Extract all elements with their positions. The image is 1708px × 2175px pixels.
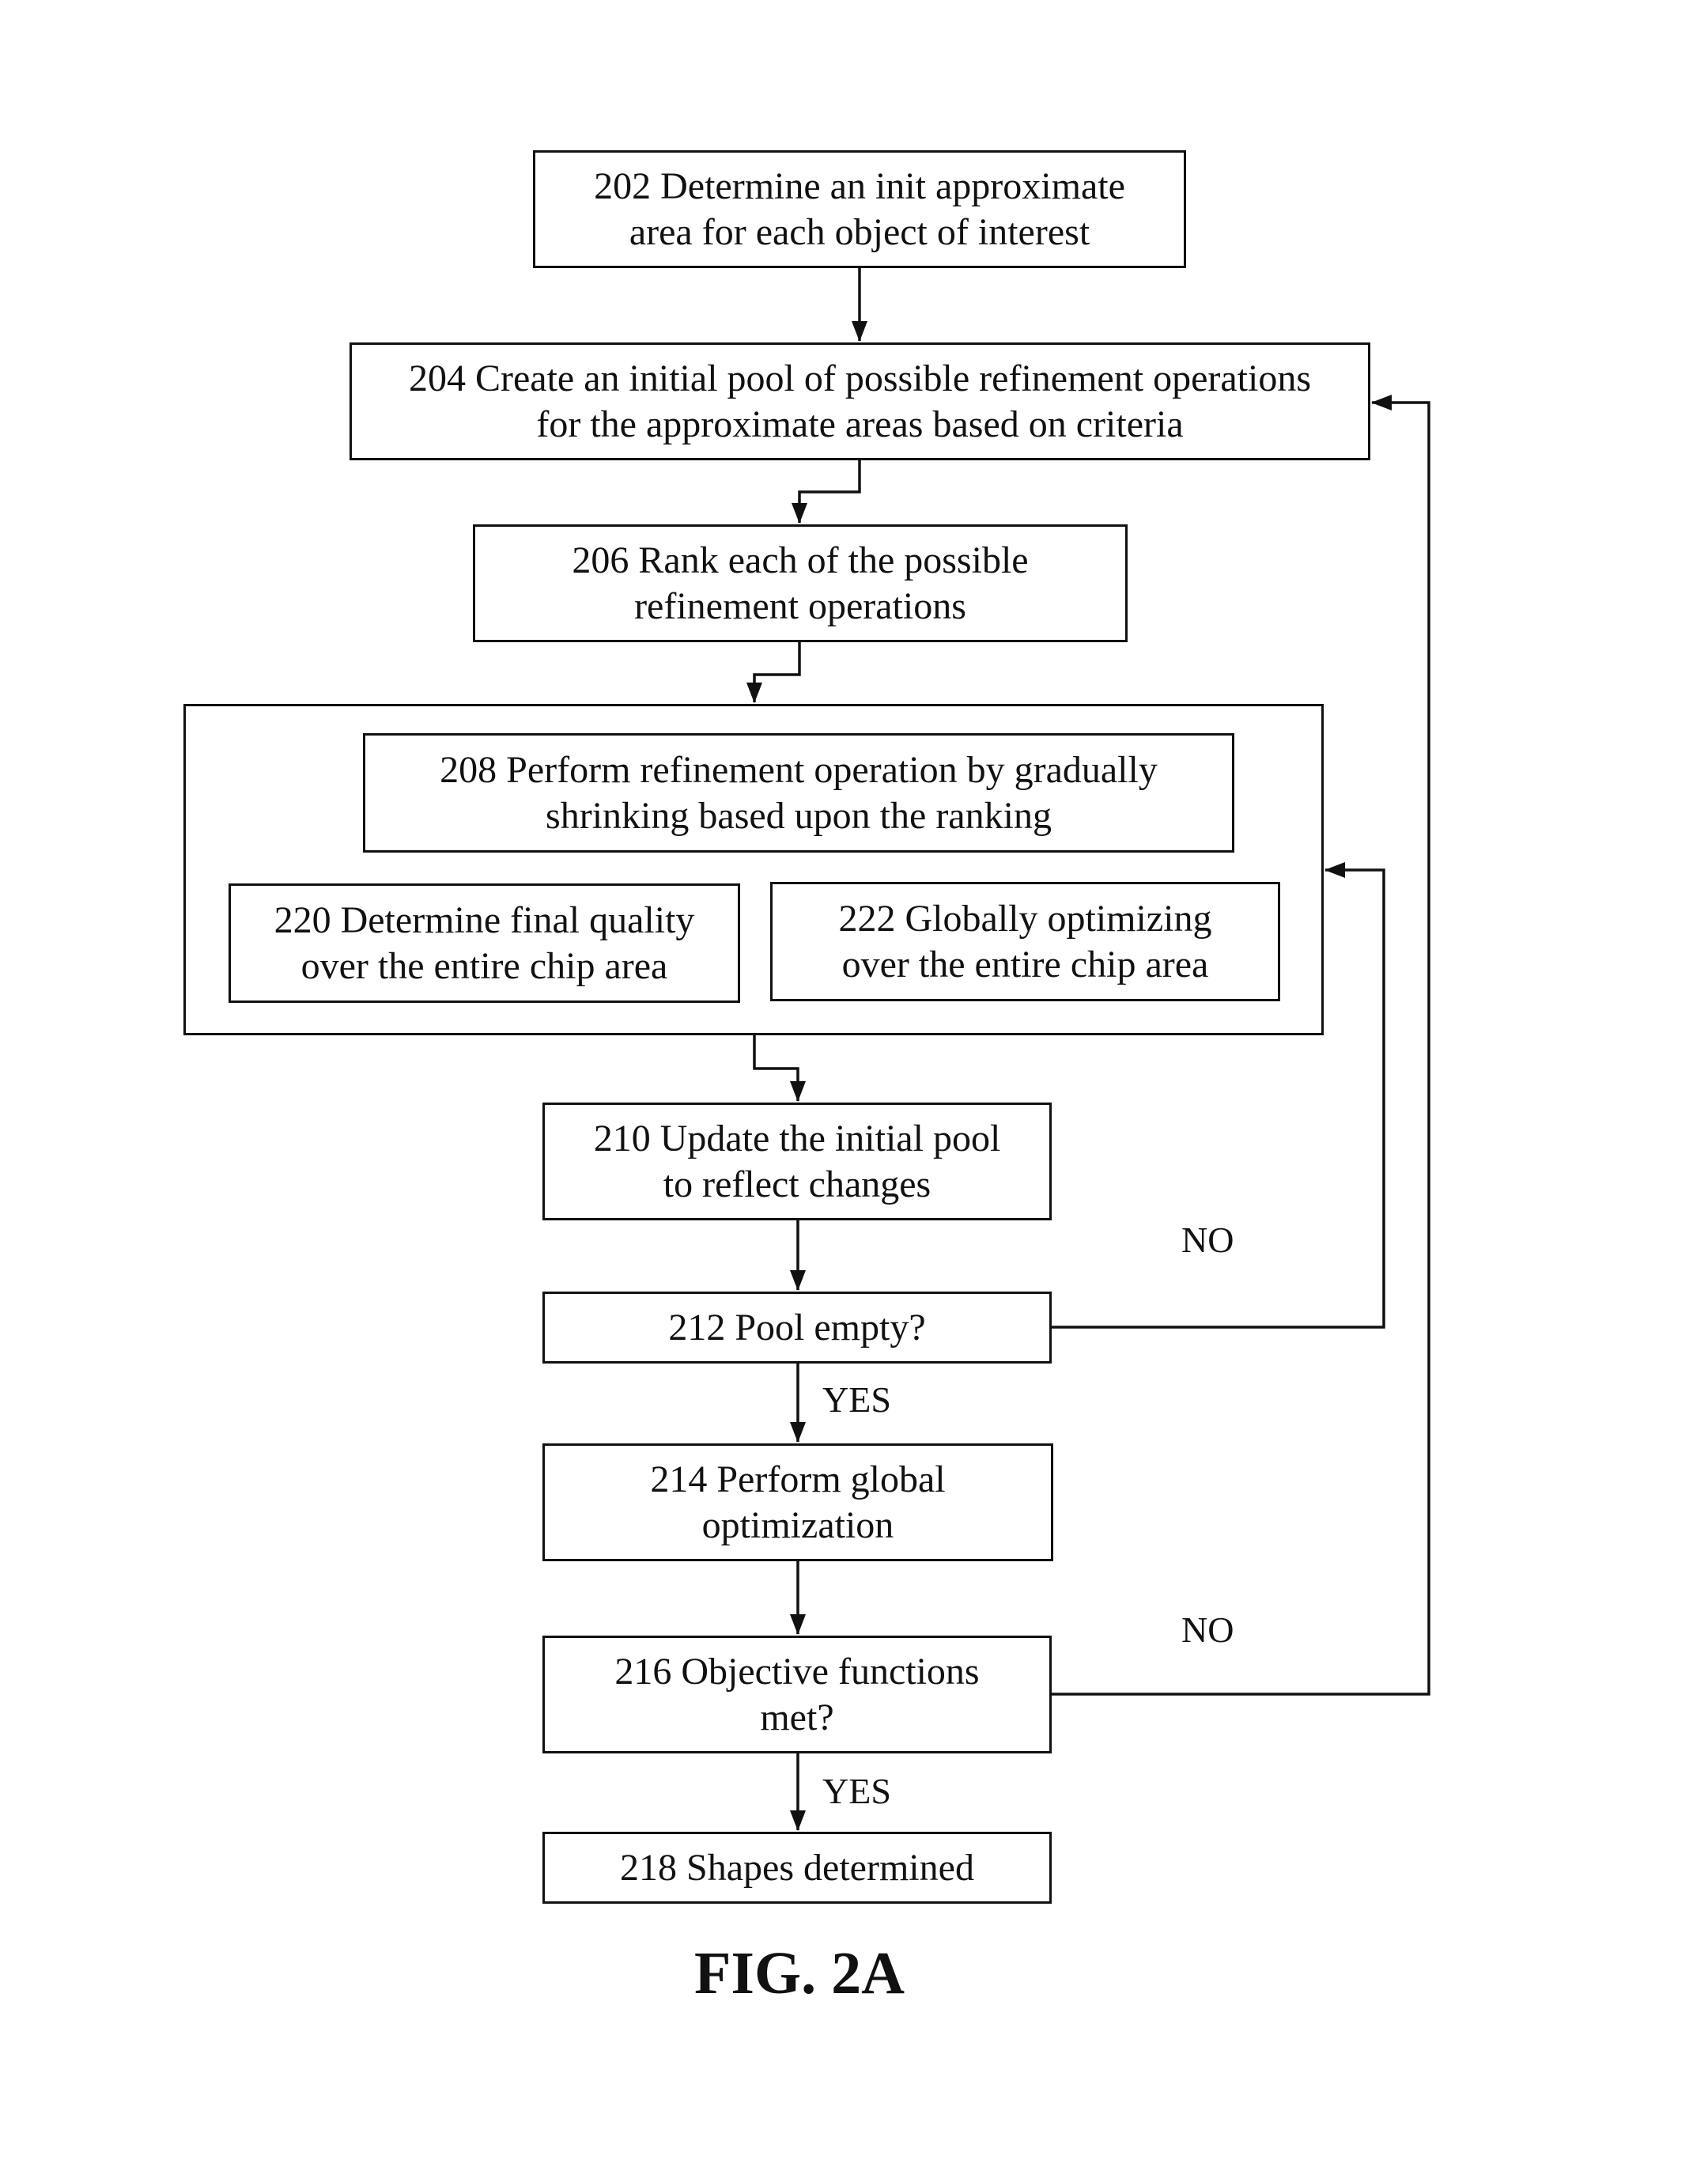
step-214: 214 Perform global optimization [542,1443,1053,1561]
step-204-text: 204 Create an initial pool of possible r… [408,357,1312,445]
step-212-decision: 212 Pool empty? [542,1292,1052,1364]
step-222: 222 Globally optimizing over the entire … [770,882,1280,1001]
step-222-text: 222 Globally optimizing over the entire … [838,897,1212,985]
label-pool-empty-no: NO [1181,1220,1234,1260]
label-pool-empty-yes: YES [822,1379,891,1420]
step-204: 204 Create an initial pool of possible r… [350,342,1370,460]
step-202: 202 Determine an init approximate area f… [533,150,1186,268]
figure-caption: FIG. 2A [694,1940,905,2007]
arrow-group-to-210 [753,1035,806,1102]
step-220: 220 Determine final quality over the ent… [229,883,740,1003]
step-210-text: 210 Update the initial pool to reflect c… [593,1117,1001,1205]
step-218-text: 218 Shapes determined [620,1846,974,1889]
step-214-text: 214 Perform global optimization [650,1458,946,1546]
step-206: 206 Rank each of the possible refinement… [473,524,1128,642]
step-218: 218 Shapes determined [542,1832,1052,1904]
arrow-206-to-group [746,642,801,703]
step-220-text: 220 Determine final quality over the ent… [274,898,695,987]
label-objective-no: NO [1181,1610,1234,1650]
step-216-decision: 216 Objective functions met? [542,1636,1052,1753]
step-206-text: 206 Rank each of the possible refinement… [572,539,1029,627]
arrow-204-to-206 [792,460,861,524]
step-208-text: 208 Perform refinement operation by grad… [440,748,1158,837]
step-216-text: 216 Objective functions met? [614,1650,980,1738]
step-208: 208 Perform refinement operation by grad… [363,733,1234,853]
step-202-text: 202 Determine an init approximate area f… [594,165,1125,253]
label-objective-yes: YES [822,1771,891,1811]
step-212-text: 212 Pool empty? [668,1306,926,1348]
step-210: 210 Update the initial pool to reflect c… [542,1103,1052,1220]
